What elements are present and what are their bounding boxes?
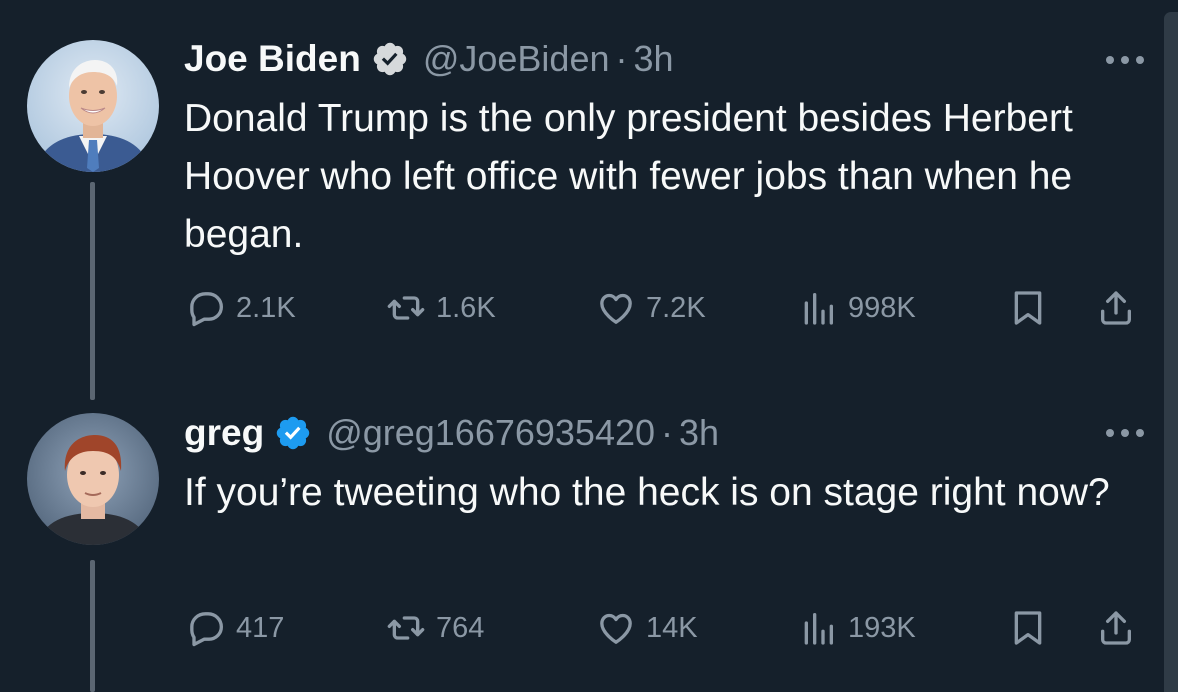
like-count: 14K: [646, 611, 698, 644]
share-icon: [1101, 291, 1131, 325]
views-button[interactable]: 193K: [798, 603, 916, 653]
separator: ·: [615, 38, 628, 79]
timestamp[interactable]: 3h: [634, 38, 674, 80]
like-button[interactable]: 14K: [596, 603, 698, 653]
heart-icon: [600, 293, 632, 324]
more-options-icon[interactable]: [1106, 429, 1144, 437]
tweet-header: greg @greg16676935420 · 3h: [184, 408, 719, 458]
reply-button[interactable]: 2.1K: [186, 283, 296, 333]
analytics-icon: [804, 293, 833, 325]
retweet-icon: [387, 616, 425, 640]
handle[interactable]: @JoeBiden: [423, 38, 610, 80]
timestamp[interactable]: 3h: [679, 412, 719, 454]
like-button[interactable]: 7.2K: [596, 283, 706, 333]
tweet-text: If you’re tweeting who the heck is on st…: [184, 471, 1110, 514]
bookmark-icon: [1014, 291, 1042, 325]
retweet-count: 764: [436, 611, 485, 644]
share-button[interactable]: [1096, 283, 1146, 333]
views-button[interactable]: 998K: [798, 283, 916, 333]
bookmark-button[interactable]: [1008, 283, 1058, 333]
view-count: 998K: [848, 291, 916, 324]
verified-badge-icon[interactable]: [371, 40, 409, 78]
display-name[interactable]: Joe Biden: [184, 38, 361, 80]
reply-count: 2.1K: [236, 291, 296, 324]
reply-icon: [190, 612, 223, 647]
avatar[interactable]: [27, 413, 159, 545]
share-button[interactable]: [1096, 603, 1146, 653]
tweet-joe-biden[interactable]: Joe Biden @JoeBiden · 3h Donald Trump is…: [0, 0, 1178, 400]
like-count: 7.2K: [646, 291, 706, 324]
reply-button[interactable]: 417: [186, 603, 284, 653]
reply-count: 417: [236, 611, 285, 644]
separator: ·: [661, 412, 674, 453]
bookmark-icon: [1014, 611, 1042, 645]
view-count: 193K: [848, 611, 916, 644]
thread-line: [90, 560, 95, 692]
avatar[interactable]: [27, 40, 159, 172]
verified-badge-icon[interactable]: [274, 414, 312, 452]
tweet-actions: 417 764 14K 193K: [186, 603, 1146, 653]
heart-icon: [600, 613, 632, 644]
tweet-actions: 2.1K 1.6K 7.2K 998K: [186, 283, 1146, 333]
handle[interactable]: @greg16676935420: [326, 412, 655, 454]
share-icon: [1101, 611, 1131, 645]
thread-line: [90, 182, 95, 400]
tweet-text: Donald Trump is the only president besid…: [184, 97, 1073, 256]
display-name[interactable]: greg: [184, 412, 264, 454]
retweet-button[interactable]: 1.6K: [386, 283, 496, 333]
tweet-greg[interactable]: greg @greg16676935420 · 3h If you’re twe…: [0, 400, 1178, 692]
tweet-header: Joe Biden @JoeBiden · 3h: [184, 34, 674, 84]
bookmark-button[interactable]: [1008, 603, 1058, 653]
retweet-icon: [387, 296, 425, 320]
more-options-icon[interactable]: [1106, 56, 1144, 64]
reply-icon: [190, 292, 223, 327]
retweet-button[interactable]: 764: [386, 603, 484, 653]
retweet-count: 1.6K: [436, 291, 496, 324]
analytics-icon: [804, 613, 833, 645]
